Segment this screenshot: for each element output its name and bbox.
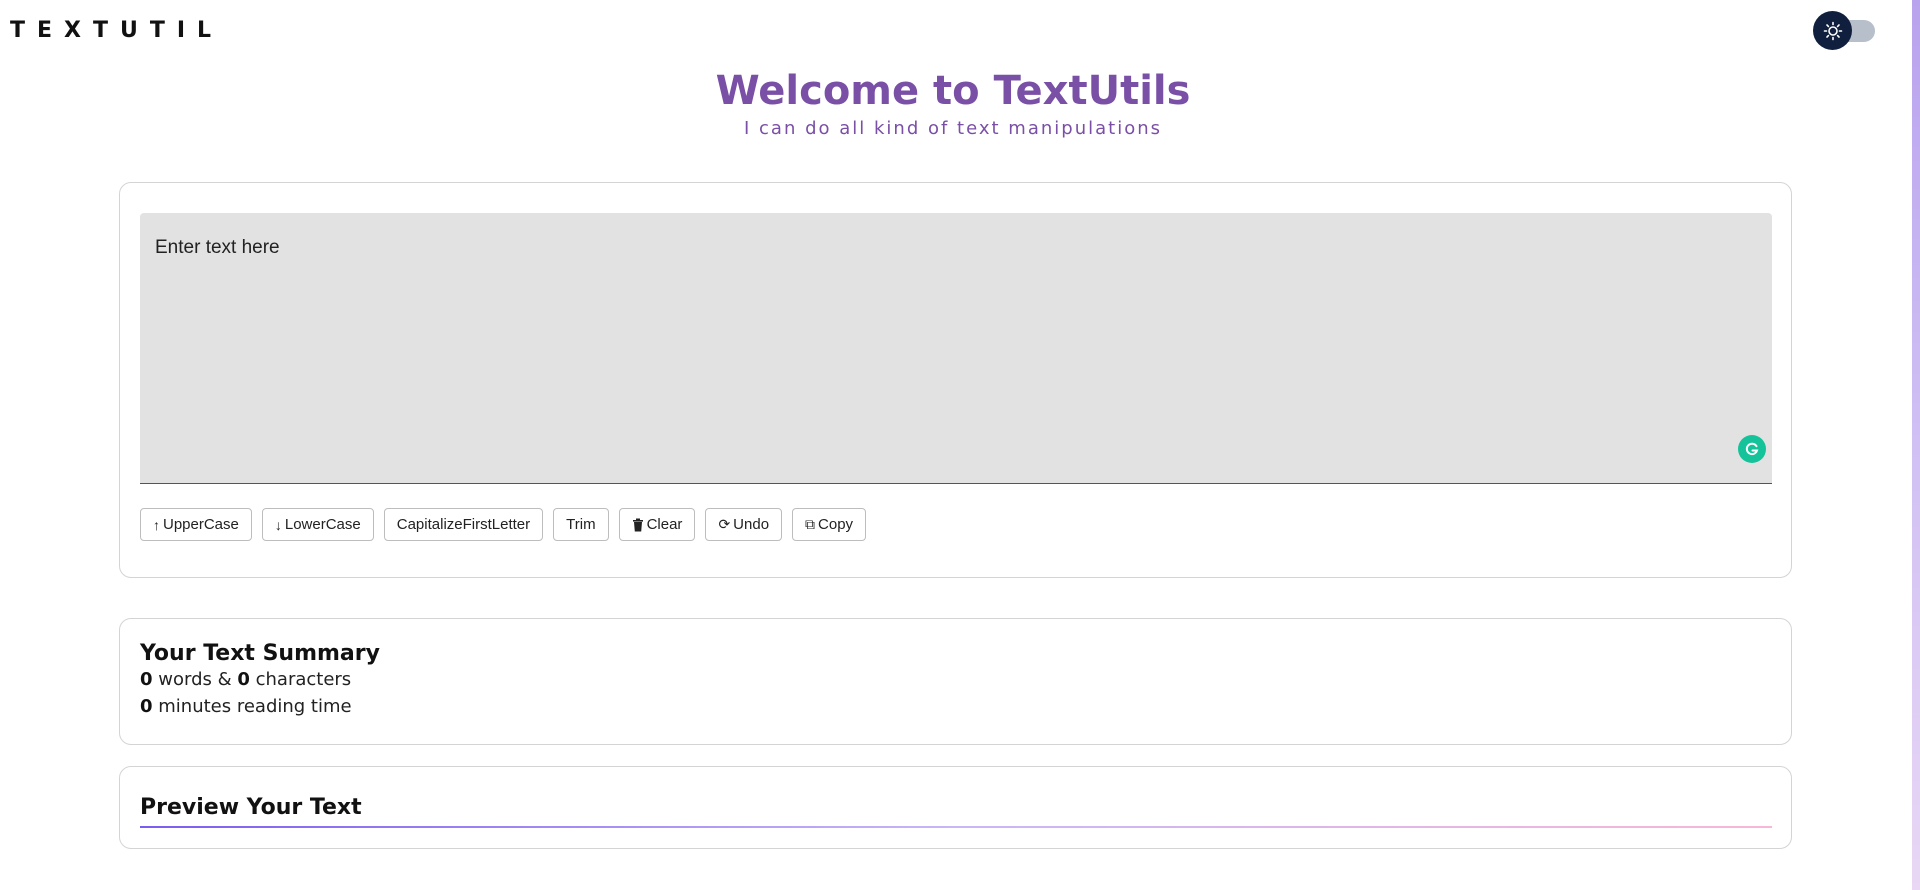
editor-card: ↑ UpperCase ↓ LowerCase CapitalizeFirstL… [119, 182, 1792, 578]
reading-minutes: 0 [140, 696, 153, 717]
summary-title: Your Text Summary [140, 641, 380, 666]
copy-icon: ⧉ [805, 516, 816, 532]
sun-icon [1823, 21, 1842, 40]
words-text: words & [152, 669, 238, 690]
button-label: LowerCase [284, 516, 361, 533]
arrow-down-icon: ↓ [274, 516, 282, 533]
summary-card: Your Text Summary 0 words & 0 characters… [119, 618, 1792, 745]
minutes-text: minutes reading time [152, 696, 352, 717]
uppercase-button[interactable]: ↑ UpperCase [140, 508, 252, 541]
button-label: Copy [818, 516, 854, 533]
scrollbar[interactable] [1912, 0, 1920, 890]
undo-icon: ⟳ [718, 516, 731, 532]
page-title: Welcome to TextUtils [715, 68, 1191, 114]
undo-button[interactable]: ⟳ Undo [705, 508, 783, 541]
lowercase-button[interactable]: ↓ LowerCase [261, 508, 374, 541]
hero: Welcome to TextUtils I can do all kind o… [0, 66, 1906, 139]
theme-toggle[interactable] [1813, 11, 1875, 50]
button-label: CapitalizeFirstLetter [396, 516, 531, 533]
reading-time: 0 minutes reading time [140, 693, 1771, 720]
toggle-knob [1813, 11, 1852, 50]
grammarly-icon[interactable] [1738, 435, 1766, 463]
capitalize-first-letter-button[interactable]: CapitalizeFirstLetter [383, 508, 544, 541]
text-input-wrapper [140, 213, 1772, 484]
arrow-up-icon: ↑ [153, 516, 160, 533]
brand-logo[interactable]: TEXTUTIL [10, 18, 223, 43]
clear-button[interactable]: Clear [618, 508, 696, 541]
copy-button[interactable]: ⧉ Copy [792, 508, 867, 541]
chars-text: characters [249, 669, 352, 690]
preview-title: Preview Your Text [140, 795, 362, 820]
trash-icon [632, 518, 644, 532]
word-count: 0 [140, 669, 153, 690]
button-label: Undo [733, 516, 770, 533]
text-input[interactable] [140, 213, 1772, 483]
page: TEXTUTIL Welcome to TextUtils I can do a… [0, 0, 1920, 890]
char-count: 0 [237, 669, 250, 690]
word-char-count: 0 words & 0 characters [140, 666, 1771, 693]
button-label: UpperCase [163, 516, 239, 533]
page-subtitle: I can do all kind of text manipulations [744, 118, 1162, 139]
button-label: Clear [646, 516, 683, 533]
button-label: Trim [566, 516, 596, 533]
preview-card: Preview Your Text [119, 766, 1792, 849]
action-buttons: ↑ UpperCase ↓ LowerCase CapitalizeFirstL… [140, 508, 867, 541]
preview-divider [140, 826, 1772, 828]
trim-button[interactable]: Trim [553, 508, 609, 541]
